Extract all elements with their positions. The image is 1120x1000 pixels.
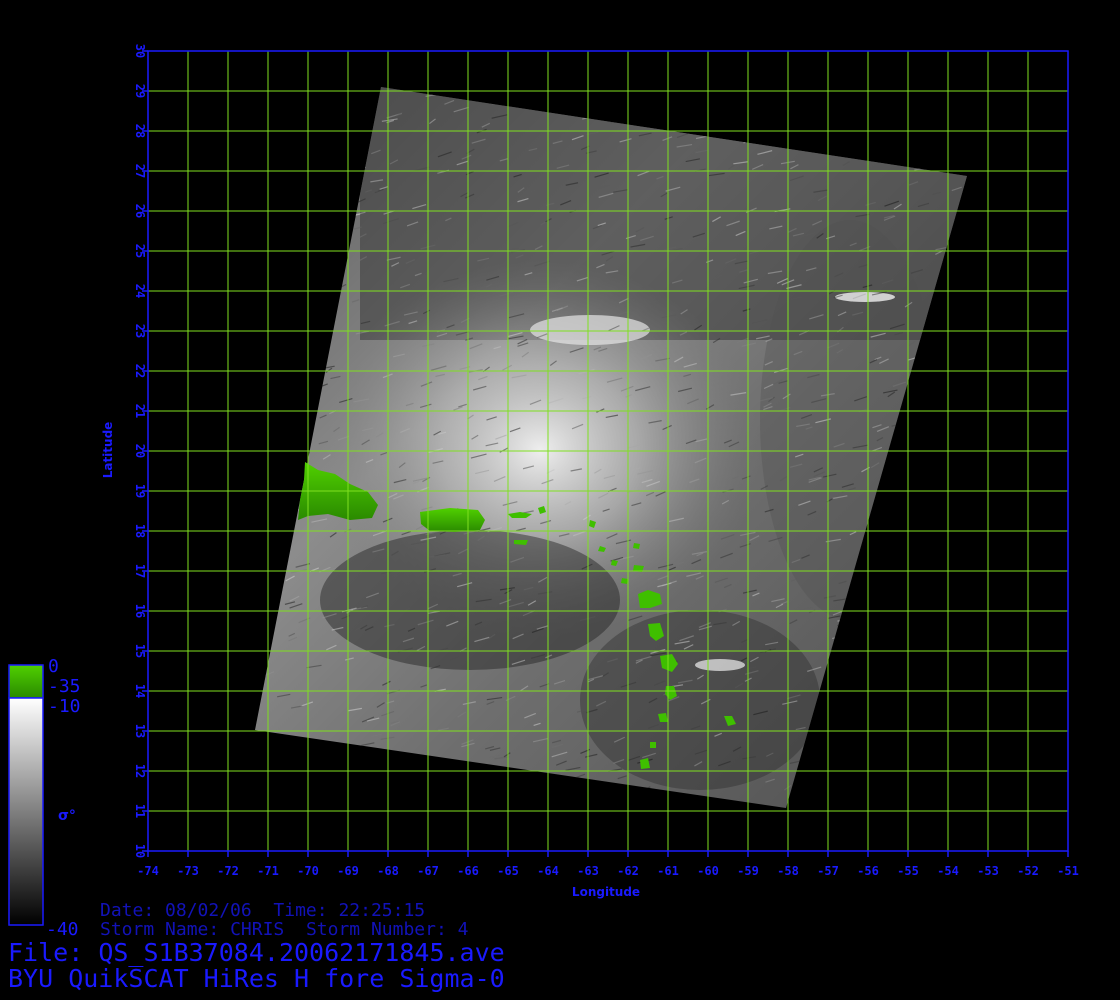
y-axis-title: Latitude [101, 422, 115, 479]
puerto-rico-landmass [420, 508, 485, 532]
y-tick-label: 15 [133, 644, 147, 658]
y-tick-label: 18 [133, 524, 147, 538]
y-tick-label: 13 [133, 724, 147, 738]
x-tick-label: -66 [457, 864, 479, 878]
y-tick-label: 20 [133, 444, 147, 458]
y-tick-label: 10 [133, 844, 147, 858]
colorbar-tick-top: 0 [48, 656, 59, 677]
scatterometer-map: -74 -73 -72 -71 -70 -69 -68 -67 -66 -65 -64 -63 -62 -… [8, 44, 1079, 940]
y-tick-label: 25 [133, 244, 147, 258]
x-tick-label: -72 [217, 864, 239, 878]
x-tick-label: -52 [1017, 864, 1039, 878]
colorbar-gradient [8, 697, 44, 926]
colorbar-sigma-label: σ° [58, 808, 76, 824]
x-tick-label: -63 [577, 864, 599, 878]
x-tick-label: -64 [537, 864, 559, 878]
x-tick-label: -68 [377, 864, 399, 878]
storm-name-label: Storm Name: [100, 919, 220, 940]
colorbar-tick-min: -40 [46, 919, 79, 940]
y-tick-label: 21 [133, 404, 147, 418]
time-value: 22:25:15 [338, 900, 426, 921]
x-tick-label: -67 [417, 864, 439, 878]
y-tick-label: 30 [133, 44, 147, 58]
y-tick-label: 11 [133, 804, 147, 818]
y-tick-label: 24 [133, 284, 147, 298]
y-tick-label: 19 [133, 484, 147, 498]
colorbar-tick-land: -35 [48, 676, 81, 697]
x-tick-label: -56 [857, 864, 879, 878]
product-title: BYU QuikSCAT HiRes H fore Sigma-0 [8, 964, 505, 993]
x-tick-label: -51 [1057, 864, 1079, 878]
file-name: QS_S1B37084.20062171845.ave [98, 938, 505, 967]
storm-info-line: Storm Name: CHRIS Storm Number: 4 [100, 919, 469, 940]
x-tick-label: -61 [657, 864, 679, 878]
colorbar-land-segment [8, 664, 44, 699]
x-axis-title: Longitude [572, 885, 640, 899]
x-tick-label: -54 [937, 864, 959, 878]
storm-name-value: CHRIS [230, 919, 285, 940]
y-tick-label: 26 [133, 204, 147, 218]
y-tick-label: 27 [133, 164, 147, 178]
y-tick-label: 17 [133, 564, 147, 578]
x-tick-label: -55 [897, 864, 919, 878]
x-tick-label: -53 [977, 864, 999, 878]
x-tick-label: -69 [337, 864, 359, 878]
file-label: File: [8, 938, 84, 967]
x-tick-label: -62 [617, 864, 639, 878]
storm-number-label: Storm Number: [305, 919, 447, 940]
y-tick-label: 22 [133, 364, 147, 378]
x-tick-label: -65 [497, 864, 519, 878]
x-tick-label: -59 [737, 864, 759, 878]
y-tick-label: 23 [133, 324, 147, 338]
y-tick-label: 16 [133, 604, 147, 618]
time-label: Time: [273, 900, 328, 921]
storm-number-value: 4 [457, 919, 469, 940]
lat-lon-grid [147, 50, 1069, 852]
date-label: Date: [100, 900, 155, 921]
y-tick-label: 14 [133, 684, 147, 698]
colorbar: 0 -35 -10 -40 σ° [8, 656, 81, 940]
y-tick-label: 28 [133, 124, 147, 138]
file-name-line: File: QS_S1B37084.20062171845.ave [8, 938, 505, 967]
swath-image [255, 87, 967, 808]
x-tick-label: -70 [297, 864, 319, 878]
x-tick-label: -60 [697, 864, 719, 878]
x-tick-label: -58 [777, 864, 799, 878]
x-tick-label: -71 [257, 864, 279, 878]
y-tick-label: 29 [133, 84, 147, 98]
x-tick-label: -74 [137, 864, 159, 878]
y-tick-label: 12 [133, 764, 147, 778]
x-tick-label: -73 [177, 864, 199, 878]
date-value: 08/02/06 [165, 900, 252, 921]
colorbar-tick-max: -10 [48, 696, 81, 717]
x-tick-label: -57 [817, 864, 839, 878]
date-time-line: Date: 08/02/06 Time: 22:25:15 [100, 900, 425, 921]
